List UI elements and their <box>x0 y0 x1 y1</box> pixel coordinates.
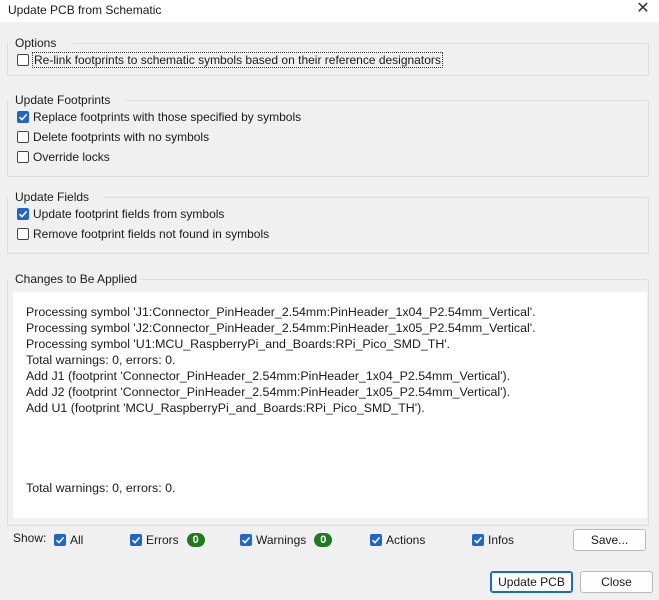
delete-footprints-label: Delete footprints with no symbols <box>33 130 210 144</box>
log-line: Processing symbol 'J1:Connector_PinHeade… <box>26 305 536 319</box>
relink-checkbox-label: Re-link footprints to schematic symbols … <box>32 52 443 68</box>
filter-all-checkbox[interactable] <box>54 534 66 546</box>
remove-fields-checkbox-row[interactable]: Remove footprint fields not found in sym… <box>17 226 269 242</box>
changes-log[interactable]: Processing symbol 'J1:Connector_PinHeade… <box>13 292 647 518</box>
filter-actions-label: Actions <box>386 533 426 547</box>
checkmark-icon <box>131 536 141 544</box>
show-filter-label: Show: <box>13 531 47 545</box>
update-pcb-button[interactable]: Update PCB <box>490 571 573 593</box>
replace-footprints-checkbox-row[interactable]: Replace footprints with those specified … <box>17 109 301 125</box>
filter-errors-label: Errors <box>146 533 179 547</box>
filter-errors-checkbox[interactable] <box>130 534 142 546</box>
checkmark-icon <box>371 536 381 544</box>
checkmark-icon <box>473 536 483 544</box>
replace-footprints-label: Replace footprints with those specified … <box>33 110 302 124</box>
filter-actions-row[interactable]: Actions <box>370 532 425 548</box>
filter-warnings-label: Warnings <box>256 533 307 547</box>
checkmark-icon <box>55 536 65 544</box>
relink-checkbox-row[interactable]: Re-link footprints to schematic symbols … <box>17 52 443 68</box>
close-button[interactable]: Close <box>580 571 653 593</box>
delete-footprints-checkbox[interactable] <box>17 131 29 143</box>
close-window-icon[interactable]: ✕ <box>635 1 651 17</box>
window-title: Update PCB from Schematic <box>8 3 162 17</box>
log-line: Add J1 (footprint 'Connector_PinHeader_2… <box>26 369 511 383</box>
filter-infos-checkbox[interactable] <box>472 534 484 546</box>
remove-fields-label: Remove footprint fields not found in sym… <box>33 227 270 241</box>
override-locks-label: Override locks <box>33 150 110 164</box>
filter-all-label: All <box>70 533 84 547</box>
override-locks-checkbox[interactable] <box>17 151 29 163</box>
log-summary-line: Total warnings: 0, errors: 0. <box>26 481 176 495</box>
title-bar: Update PCB from Schematic ✕ <box>0 0 659 22</box>
filter-all-row[interactable]: All <box>54 532 83 548</box>
update-fields-checkbox[interactable] <box>17 208 29 220</box>
filter-warnings-row[interactable]: Warnings 0 <box>240 532 333 548</box>
update-fields-checkbox-row[interactable]: Update footprint fields from symbols <box>17 206 224 222</box>
errors-count-badge: 0 <box>186 533 205 547</box>
remove-fields-checkbox[interactable] <box>17 228 29 240</box>
log-line: Processing symbol 'J2:Connector_PinHeade… <box>26 321 536 335</box>
relink-checkbox[interactable] <box>17 54 29 66</box>
save-report-button[interactable]: Save... <box>573 529 646 551</box>
log-line: Total warnings: 0, errors: 0. <box>26 353 176 367</box>
log-line: Add U1 (footprint 'MCU_RaspberryPi_and_B… <box>26 401 425 415</box>
filter-errors-row[interactable]: Errors 0 <box>130 532 205 548</box>
log-line: Add J2 (footprint 'Connector_PinHeader_2… <box>26 385 511 399</box>
update-fields-label: Update footprint fields from symbols <box>33 207 225 221</box>
override-locks-checkbox-row[interactable]: Override locks <box>17 149 110 165</box>
filter-actions-checkbox[interactable] <box>370 534 382 546</box>
delete-footprints-checkbox-row[interactable]: Delete footprints with no symbols <box>17 129 209 145</box>
filter-infos-label: Infos <box>488 533 515 547</box>
filter-infos-row[interactable]: Infos <box>472 532 514 548</box>
log-line: Processing symbol 'U1:MCU_RaspberryPi_an… <box>26 337 451 351</box>
checkmark-icon <box>241 536 251 544</box>
warnings-count-badge: 0 <box>314 533 333 547</box>
checkmark-icon <box>18 113 28 121</box>
filter-warnings-checkbox[interactable] <box>240 534 252 546</box>
checkmark-icon <box>18 210 28 218</box>
replace-footprints-checkbox[interactable] <box>17 111 29 123</box>
